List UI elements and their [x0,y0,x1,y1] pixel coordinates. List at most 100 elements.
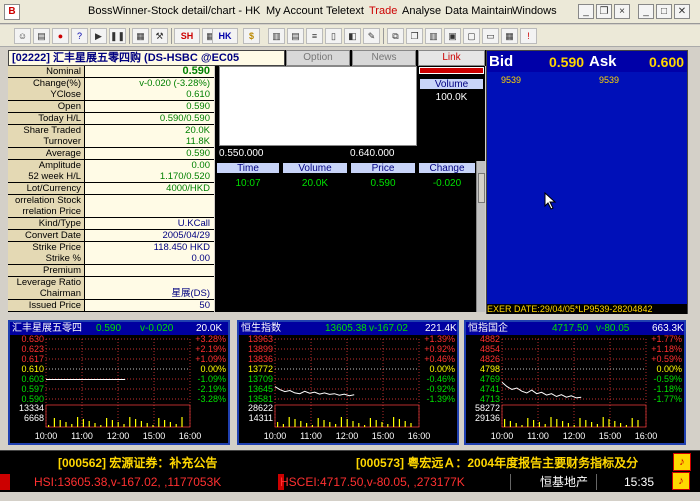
layout-icon[interactable]: ◧ [344,28,361,44]
mini-chart[interactable]: 恒生指数 13605.38 v-167.02 221.4K 13963 +1.39% 138… [237,320,459,445]
volume-bar [346,419,348,427]
volume-bar [364,425,366,427]
alert-icon[interactable]: ! [520,28,537,44]
pause-icon[interactable]: ❚❚ [109,28,126,44]
stock-title: [02222] 汇丰星展五零四购 (DS-HSBC @EC05 [8,50,285,66]
menu-teletext[interactable]: Teletext [326,5,364,17]
chart-icon[interactable]: ▦ [132,28,149,44]
info-label: Average [8,147,84,159]
cascade-icon[interactable]: ❐ [406,28,423,44]
tab-option[interactable]: Option [286,50,350,66]
info-label: Change(%) [8,77,84,89]
play-icon[interactable]: ▶ [90,28,107,44]
window-icon[interactable]: ▭ [482,28,499,44]
trades-header-change: Change [418,162,476,174]
volume-bar [288,417,290,427]
info-value [85,264,214,276]
bid-price: 0.590 [549,54,585,70]
menu-analyse[interactable]: Analyse [402,5,441,17]
volume-bar [556,419,558,427]
info-label: Leverage Ratio [8,276,84,288]
menu-trade[interactable]: Trade [369,5,397,17]
menu-windows[interactable]: Windows [512,5,557,17]
info-value: 星展(DS) [85,288,214,300]
time-tick-label: 16:00 [179,431,202,441]
volume-bar [515,423,517,427]
hk-market-button[interactable]: HK [212,28,238,44]
table-icon[interactable]: ▤ [287,28,304,44]
news-item-left[interactable]: [000562] 宏源证券：补充公告 [58,454,217,471]
volume-bar [82,419,84,427]
list-icon[interactable]: ≡ [306,28,323,44]
help-icon[interactable]: ? [71,28,88,44]
stop-icon[interactable]: ● [52,28,69,44]
info-label: Strike % [8,253,84,265]
minimize-icon[interactable]: _ [638,4,654,19]
time-tick-label: 16:00 [635,431,658,441]
info-row: orrelation Stock [8,194,214,206]
mdi-close-icon[interactable]: × [614,4,630,19]
panel-icon[interactable]: ▣ [444,28,461,44]
mdi-minimize-icon[interactable]: _ [578,4,594,19]
trades-scrollbar[interactable] [476,161,485,312]
info-value: 0.590 [85,101,214,113]
info-row: Strike Price 118.450 HKD [8,241,214,253]
y-tick-label: 0.617 [21,354,44,364]
pct-tick-label: 0.00% [200,364,226,374]
dollar-button[interactable]: $ [243,28,260,44]
pct-tick-label: +3.28% [195,335,226,344]
volume-tick-label: 28622 [248,403,273,413]
print-icon[interactable]: ▤ [33,28,50,44]
pct-tick-label: -0.92% [426,384,455,394]
news-ticker: [000562] 宏源证券：补充公告 [000573] 粤宏远Ａ：2004年度报… [0,450,700,472]
info-row: Nominal 0.590 [8,66,214,77]
status-bar [0,492,700,501]
ticker-marker [0,474,10,490]
frame-icon[interactable]: ▢ [463,28,480,44]
mini-chart[interactable]: 汇丰星展五零四 0.590 v-0.020 20.0K 0.630 +3.28% 0.623… [8,320,230,445]
bid-broker: 9539 [501,75,522,85]
chart-bars-icon[interactable]: ▥ [268,28,285,44]
notes-icon[interactable]: ✎ [363,28,380,44]
bid-ask-header: Bid 0.590 Ask 0.600 [487,51,687,72]
menu-my-account[interactable]: My Account [266,5,323,17]
volume-bar [562,421,564,427]
news-alert-icon[interactable]: ♪ [673,453,691,471]
pct-tick-label: +2.19% [195,344,226,354]
volume-bar [329,422,331,427]
tab-news[interactable]: News [352,50,416,66]
news-item-right[interactable]: [000573] 粤宏远Ａ：2004年度报告主要财务指标及分 [356,454,638,471]
hscei-ticker: HSCEI:4717.50,v-80.05, ,273177K [280,475,465,489]
y-tick-label: 0.603 [21,374,44,384]
toolbar-separator [129,28,130,44]
mdi-restore-icon[interactable]: ❐ [596,4,612,19]
settings-icon[interactable]: ♪ [672,472,690,490]
y-tick-label: 0.610 [21,364,44,374]
info-label: Lot/Currency [8,183,84,194]
y-tick-label: 4854 [480,344,500,354]
close-icon[interactable]: ✕ [674,4,690,19]
volume-bar [404,421,406,427]
volume-tick-label: 6668 [24,413,44,423]
document-icon[interactable]: ▯ [325,28,342,44]
mini-chart-volume: 663.3K [652,323,684,334]
hammer-icon[interactable]: ⚒ [151,28,168,44]
y-tick-label: 13645 [248,384,273,394]
tile-icon[interactable]: ⧉ [387,28,404,44]
user-icon[interactable]: ☺ [14,28,31,44]
split-icon[interactable]: ▥ [425,28,442,44]
mini-chart[interactable]: 恒指国企 4717.50 v-80.05 663.3K 4882 +1.77% 4854 +1… [464,320,686,445]
scrollbar-thumb[interactable] [478,173,485,203]
y-tick-label: 13899 [248,344,273,354]
toolbar-separator [383,28,384,44]
volume-bar [106,418,108,427]
grid-small-icon[interactable]: ▦ [501,28,518,44]
depth-volume-header: Volume [419,78,484,90]
tab-link[interactable]: Link [418,50,485,66]
maximize-icon[interactable]: □ [656,4,672,19]
trades-header-time: Time [216,162,280,174]
sh-market-button[interactable]: SH [174,28,200,44]
menu-data-maintain[interactable]: Data Maintain [445,5,513,17]
pct-tick-label: -1.09% [197,374,226,384]
time-tick-label: 11:00 [300,431,322,441]
